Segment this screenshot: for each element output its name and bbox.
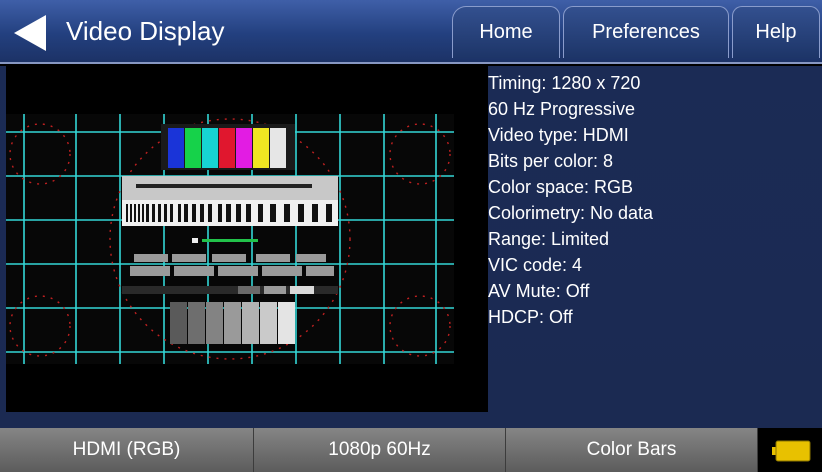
color-bar bbox=[168, 128, 184, 168]
battery-icon bbox=[758, 428, 822, 472]
bits-per-color-text: Bits per color: 8 bbox=[488, 151, 614, 171]
color-space-text: Color space: RGB bbox=[488, 177, 634, 197]
gray-step bbox=[278, 302, 295, 344]
format-button[interactable]: 1080p 60Hz bbox=[254, 428, 506, 472]
hdcp-text: HDCP: Off bbox=[488, 307, 573, 327]
gray-step bbox=[170, 302, 187, 344]
color-bar bbox=[270, 128, 286, 168]
gray-step bbox=[188, 302, 205, 344]
video-preview bbox=[6, 66, 488, 412]
gray-step bbox=[260, 302, 277, 344]
color-bar bbox=[236, 128, 252, 168]
color-bar bbox=[219, 128, 235, 168]
footer-bar: HDMI (RGB) 1080p 60Hz Color Bars bbox=[0, 428, 822, 472]
tab-preferences[interactable]: Preferences bbox=[563, 6, 729, 58]
gray-step bbox=[224, 302, 241, 344]
vic-code-text: VIC code: 4 bbox=[488, 255, 583, 275]
av-mute-text: AV Mute: Off bbox=[488, 281, 590, 301]
header-bar: Video Display Home Preferences Help bbox=[0, 0, 822, 64]
signal-info-panel: Timing: 1280 x 720 60 Hz Progressive Vid… bbox=[488, 70, 653, 330]
refresh-text: 60 Hz Progressive bbox=[488, 99, 636, 119]
gray-step bbox=[242, 302, 259, 344]
gray-step bbox=[206, 302, 223, 344]
tab-help[interactable]: Help bbox=[732, 6, 820, 58]
range-text: Range: Limited bbox=[488, 229, 610, 249]
test-pattern-image bbox=[6, 114, 454, 364]
colorimetry-text: Colorimetry: No data bbox=[488, 203, 654, 223]
timing-text: Timing: 1280 x 720 bbox=[488, 73, 641, 93]
page-title: Video Display bbox=[66, 16, 225, 46]
color-bar bbox=[202, 128, 218, 168]
image-button[interactable]: Color Bars bbox=[506, 428, 758, 472]
video-type-text: Video type: HDMI bbox=[488, 125, 629, 145]
color-bar bbox=[253, 128, 269, 168]
color-bar bbox=[185, 128, 201, 168]
main-panel: Timing: 1280 x 720 60 Hz Progressive Vid… bbox=[0, 66, 822, 428]
interface-button[interactable]: HDMI (RGB) bbox=[0, 428, 254, 472]
tab-home[interactable]: Home bbox=[452, 6, 560, 58]
back-arrow-icon[interactable] bbox=[12, 13, 48, 53]
